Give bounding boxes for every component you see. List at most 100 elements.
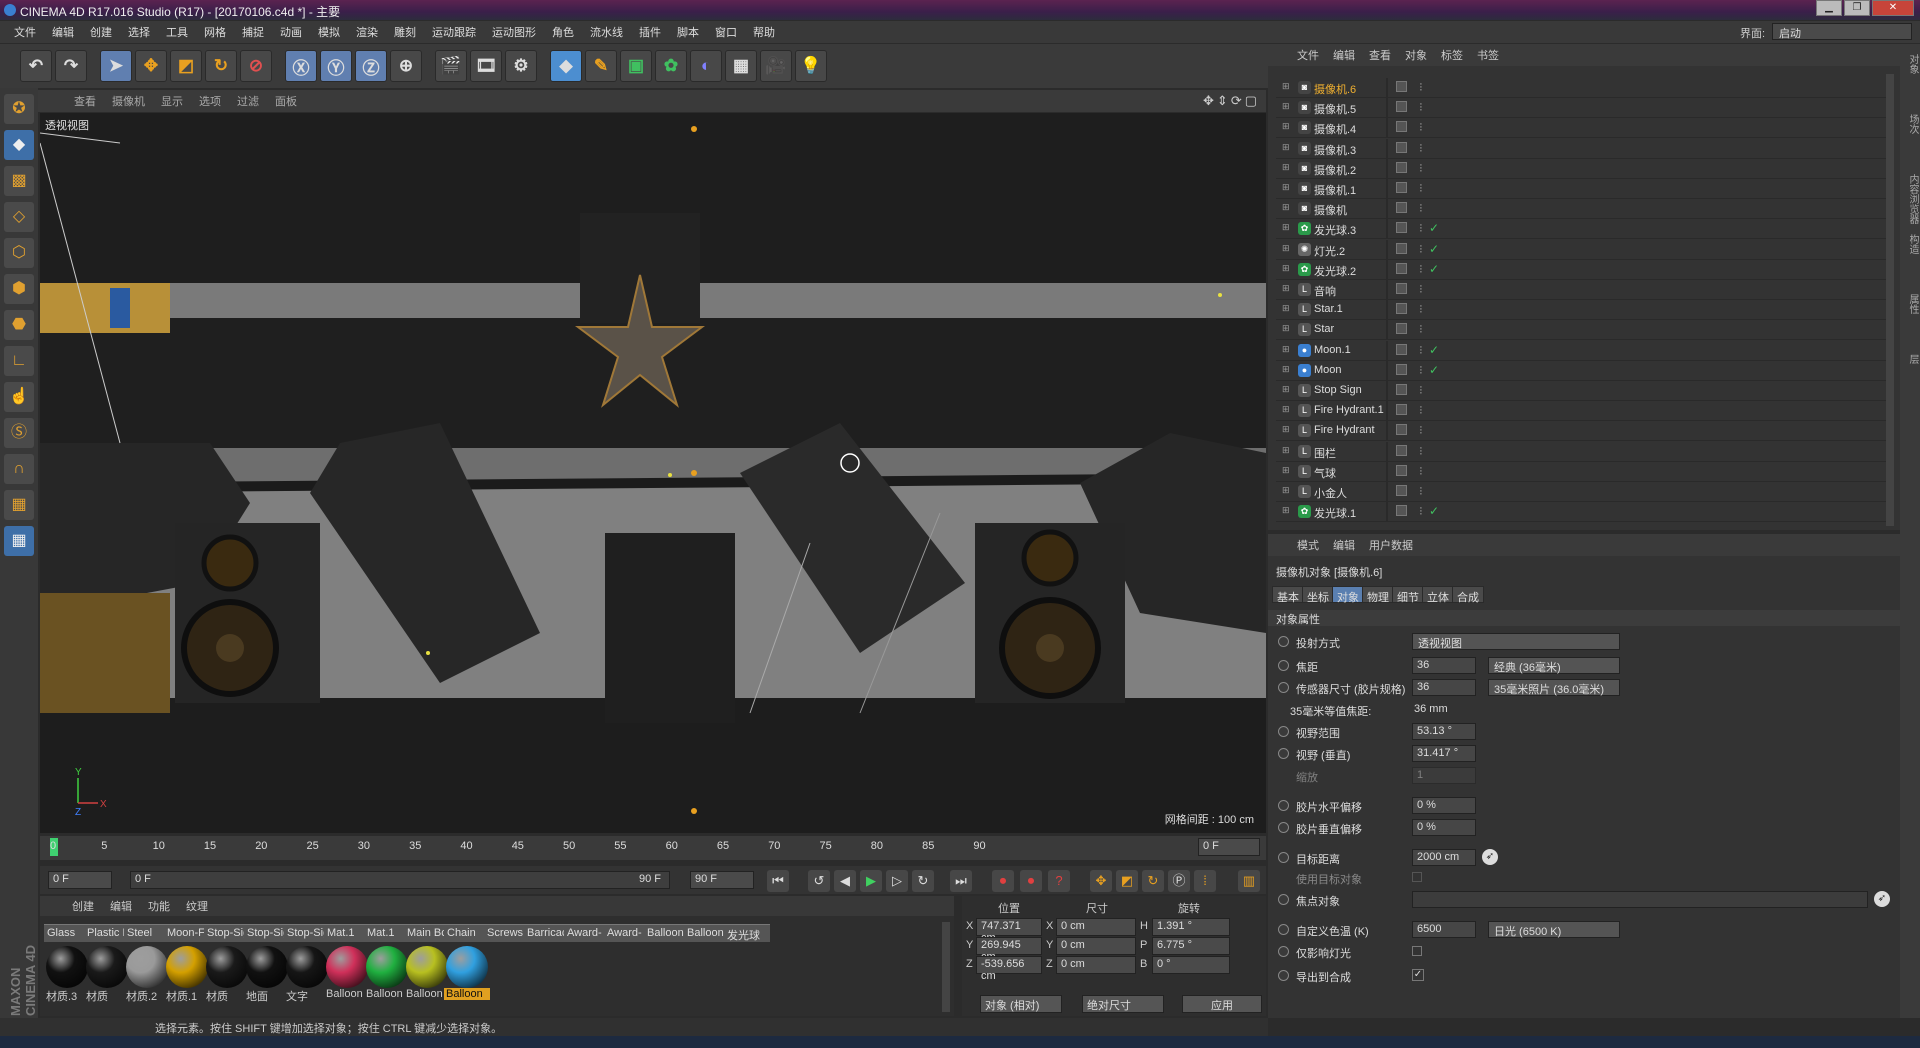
record-icon[interactable]: ⏺ [992, 870, 1014, 892]
visibility-dots-icon[interactable]: ⁝ [1419, 181, 1423, 195]
key-move-icon[interactable]: ✥ [1090, 870, 1112, 892]
object-row[interactable]: ⊞ L 音响 ⁝ [1276, 280, 1892, 300]
coord-position-field[interactable]: -539.656 cm [976, 956, 1042, 982]
cube-icon[interactable]: ◆ [550, 50, 582, 82]
keyframe-help-icon[interactable]: ? [1048, 870, 1070, 892]
light-only-checkbox[interactable] [1412, 946, 1422, 956]
object-row[interactable]: ⊞ ◙ 摄像机.1 ⁝ [1276, 179, 1892, 199]
object-name[interactable]: 灯光.2 [1314, 243, 1345, 259]
make-editable-icon[interactable]: ✪ [4, 94, 34, 124]
layer-toggle[interactable] [1396, 101, 1407, 113]
layer-toggle[interactable] [1396, 404, 1407, 416]
viewport-nav-icons[interactable]: ✥⇕⟳▢ [1203, 93, 1260, 109]
menu-item[interactable]: 网格 [196, 24, 234, 40]
redo-icon[interactable]: ↷ [55, 50, 87, 82]
scale-icon[interactable]: ◩ [170, 50, 202, 82]
visibility-dots-icon[interactable]: ⁝ [1419, 161, 1423, 175]
attribute-tab[interactable]: 合成 [1452, 586, 1484, 604]
sensor-size-field[interactable]: 36 [1412, 679, 1476, 696]
layer-toggle[interactable] [1396, 222, 1407, 234]
menu-item[interactable]: 模拟 [310, 24, 348, 40]
object-row[interactable]: ⊞ L Fire Hydrant ⁝ [1276, 421, 1892, 442]
close-button[interactable]: ✕ [1872, 0, 1914, 16]
coord-position-field[interactable]: 747.371 cm [976, 918, 1042, 944]
object-name[interactable]: 发光球.2 [1314, 263, 1356, 279]
object-row[interactable]: ⊞ ✿ 发光球.3 ⁝ ✓ [1276, 219, 1892, 240]
coord-system-icon[interactable]: ⊕ [390, 50, 422, 82]
model-mode-icon[interactable]: ◆ [4, 130, 34, 160]
viewport-menu-item[interactable]: 过滤 [229, 93, 267, 109]
layer-toggle[interactable] [1396, 262, 1407, 274]
visibility-dots-icon[interactable]: ⁝ [1419, 80, 1423, 94]
object-row[interactable]: ⊞ ✿ 发光球.1 ⁝ ✓ [1276, 502, 1892, 523]
animate-dot[interactable] [1278, 660, 1289, 671]
render-settings-icon[interactable]: ⚙ [505, 50, 537, 82]
layer-toggle[interactable] [1396, 505, 1407, 517]
coord-rotation-field[interactable]: 6.775 ° [1152, 937, 1230, 955]
expand-icon[interactable]: ⊞ [1282, 121, 1290, 132]
visibility-dots-icon[interactable]: ⁝ [1419, 423, 1423, 437]
use-target-checkbox[interactable] [1412, 872, 1422, 882]
right-side-tab[interactable]: 属性 [1905, 294, 1920, 314]
fov-field[interactable]: 53.13 ° [1412, 723, 1476, 740]
object-row[interactable]: ⊞ L 气球 ⁝ [1276, 461, 1892, 482]
maximize-button[interactable]: ❐ [1844, 0, 1870, 16]
menu-item[interactable]: 编辑 [44, 24, 82, 40]
object-name[interactable]: 摄像机.2 [1314, 162, 1356, 178]
expand-icon[interactable]: ⊞ [1282, 323, 1290, 334]
animate-dot[interactable] [1278, 852, 1289, 863]
object-row[interactable]: ⊞ L 围栏 ⁝ [1276, 441, 1892, 462]
sensor-preset-dropdown[interactable]: 35毫米照片 (36.0毫米) [1488, 679, 1620, 696]
object-name[interactable]: 摄像机.4 [1314, 121, 1356, 137]
menu-item[interactable]: 脚本 [669, 24, 707, 40]
focal-preset-dropdown[interactable]: 经典 (36毫米) [1488, 657, 1620, 674]
rotate-icon[interactable]: ↻ [205, 50, 237, 82]
layer-toggle[interactable] [1396, 121, 1407, 133]
z-axis-icon[interactable]: Ⓩ [355, 50, 387, 82]
visibility-dots-icon[interactable]: ⁝ [1419, 322, 1423, 336]
expand-icon[interactable]: ⊞ [1282, 465, 1290, 476]
attribute-tab[interactable]: 坐标 [1302, 586, 1334, 604]
coord-size-field[interactable]: 0 cm [1056, 918, 1136, 936]
object-row[interactable]: ⊞ L Stop Sign ⁝ [1276, 381, 1892, 401]
object-name[interactable]: Stop Sign [1314, 384, 1362, 396]
expand-icon[interactable]: ⊞ [1282, 101, 1290, 112]
enabled-check-icon[interactable]: ✓ [1429, 242, 1439, 256]
expand-icon[interactable]: ⊞ [1282, 445, 1290, 456]
layer-toggle[interactable] [1396, 182, 1407, 193]
fov-vertical-field[interactable]: 31.417 ° [1412, 745, 1476, 762]
enabled-check-icon[interactable]: ✓ [1429, 363, 1439, 377]
expand-icon[interactable]: ⊞ [1282, 424, 1290, 435]
enabled-check-icon[interactable]: ✓ [1429, 221, 1439, 235]
visibility-dots-icon[interactable]: ⁝ [1419, 504, 1423, 518]
animate-dot[interactable] [1278, 636, 1289, 647]
render-view-icon[interactable]: 🎬 [435, 50, 467, 82]
menu-item[interactable]: 运动跟踪 [424, 24, 484, 40]
timeline-ruler[interactable]: 0 F 0 5 10 15 20 25 30 35 40 45 50 55 60 65 70 75 80 85 90 [40, 836, 1266, 860]
material-swatch[interactable]: 发光球 [724, 924, 770, 1006]
animate-dot[interactable] [1278, 822, 1289, 833]
y-axis-icon[interactable]: Ⓨ [320, 50, 352, 82]
object-menu-item[interactable]: 书签 [1470, 47, 1506, 63]
object-row[interactable]: ⊞ ◙ 摄像机.5 ⁝ [1276, 98, 1892, 119]
layer-toggle[interactable] [1396, 343, 1407, 355]
x-axis-icon[interactable]: Ⓧ [285, 50, 317, 82]
viewport-menu-item[interactable]: 显示 [153, 93, 191, 109]
menu-item[interactable]: 帮助 [745, 24, 783, 40]
layer-toggle[interactable] [1396, 444, 1407, 456]
expand-icon[interactable]: ⊞ [1282, 283, 1290, 294]
expand-icon[interactable]: ⊞ [1282, 142, 1290, 153]
expand-icon[interactable]: ⊞ [1282, 505, 1290, 516]
object-menu-item[interactable]: 对象 [1398, 47, 1434, 63]
object-row[interactable]: ⊞ ◙ 摄像机.4 ⁝ [1276, 118, 1892, 139]
object-name[interactable]: 围栏 [1314, 445, 1336, 461]
layer-toggle[interactable] [1396, 81, 1407, 92]
animate-dot[interactable] [1278, 924, 1289, 935]
coord-rotation-field[interactable]: 1.391 ° [1152, 918, 1230, 936]
animate-dot[interactable] [1278, 748, 1289, 759]
animate-dot[interactable] [1278, 800, 1289, 811]
attribute-menu-item[interactable]: 用户数据 [1362, 537, 1420, 553]
viewport-menu-item[interactable]: 选项 [191, 93, 229, 109]
object-name[interactable]: Fire Hydrant.1 [1314, 404, 1384, 416]
object-menu-item[interactable]: 查看 [1362, 47, 1398, 63]
